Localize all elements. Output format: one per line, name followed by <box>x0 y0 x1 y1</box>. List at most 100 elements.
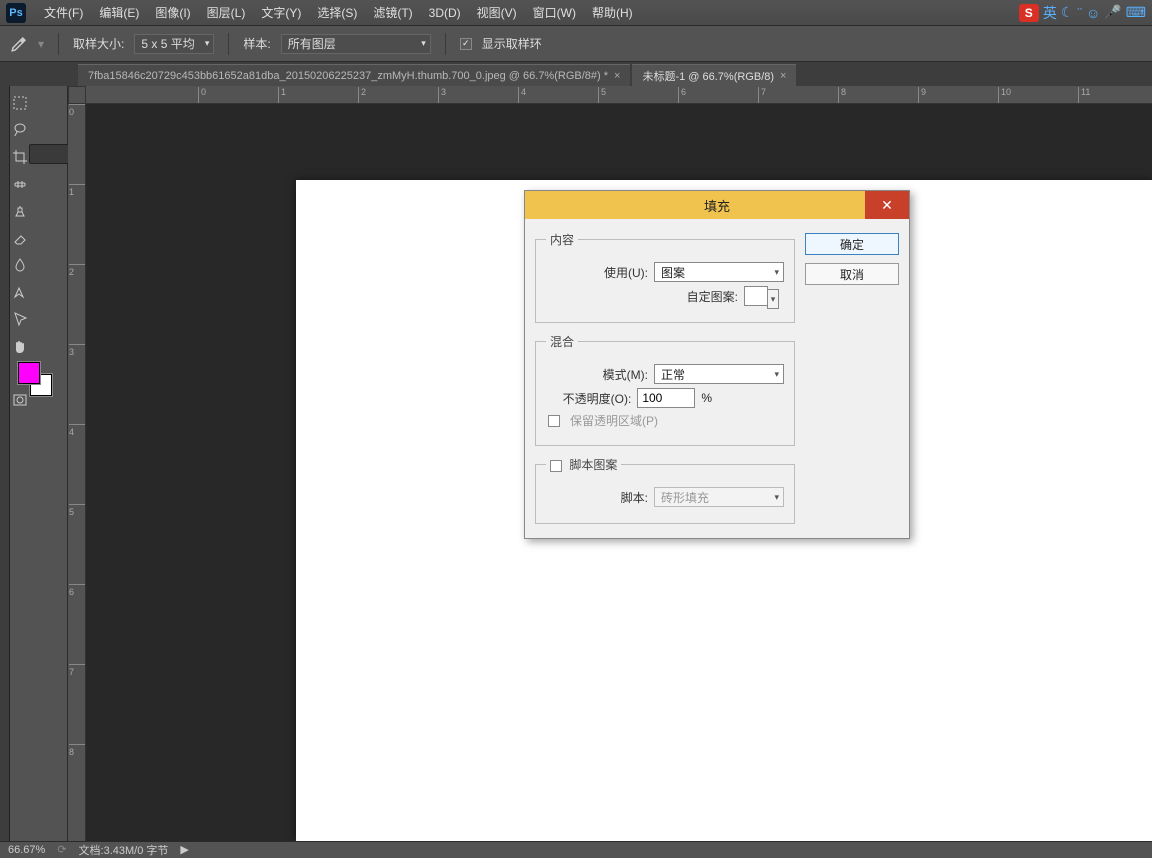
script-group: 脚本图案 脚本: 砖形填充 <box>535 456 795 524</box>
ruler-tick: 5 <box>69 504 85 517</box>
sample-select[interactable]: 所有图层 <box>281 34 431 54</box>
preserve-transparency-checkbox[interactable] <box>548 415 560 427</box>
script-select: 砖形填充 <box>654 487 784 507</box>
menu-window[interactable]: 窗口(W) <box>525 4 584 21</box>
tools-panel: T <box>10 86 68 841</box>
ime-lang[interactable]: 英 <box>1043 3 1057 23</box>
document-tab-2[interactable]: 未标题-1 @ 66.7%(RGB/8) × <box>632 64 796 86</box>
ruler-tick: 3 <box>69 344 85 357</box>
menu-view[interactable]: 视图(V) <box>469 4 525 21</box>
dialog-close-button[interactable]: ✕ <box>865 191 909 219</box>
opacity-label: 不透明度(O): <box>563 390 632 407</box>
panel-collapse-handle[interactable] <box>0 86 10 841</box>
document-tab-1[interactable]: 7fba15846c20729c453bb61652a81dba_2015020… <box>78 64 630 86</box>
ruler-tick: 2 <box>69 264 85 277</box>
content-group: 内容 使用(U): 图案 自定图案: <box>535 231 795 323</box>
menu-bar: Ps 文件(F) 编辑(E) 图像(I) 图层(L) 文字(Y) 选择(S) 滤… <box>0 0 1152 26</box>
menu-type[interactable]: 文字(Y) <box>253 4 309 21</box>
app-logo: Ps <box>6 3 26 23</box>
menu-select[interactable]: 选择(S) <box>309 4 365 21</box>
hand-tool-icon[interactable] <box>12 333 28 359</box>
dialog-titlebar[interactable]: 填充 ✕ <box>525 191 909 219</box>
ruler-tick: 11 <box>1078 87 1090 103</box>
zoom-level[interactable]: 66.67% <box>8 844 45 856</box>
ruler-tick: 6 <box>69 584 85 597</box>
cancel-button[interactable]: 取消 <box>805 263 899 285</box>
menu-3d[interactable]: 3D(D) <box>421 6 469 20</box>
status-bar: 66.67% ⟳ 文档:3.43M/0 字节 ▶ <box>0 841 1152 857</box>
opacity-input[interactable] <box>637 388 695 408</box>
status-sync-icon[interactable]: ⟳ <box>57 843 66 856</box>
eyedropper-tool-icon[interactable] <box>10 35 28 53</box>
options-bar: ▾ 取样大小: 5 x 5 平均 样本: 所有图层 ✓ 显示取样环 <box>0 26 1152 62</box>
vertical-ruler[interactable]: 0 1 2 3 4 5 6 7 8 <box>68 104 86 841</box>
crop-tool-icon[interactable] <box>12 144 28 170</box>
ruler-tick: 0 <box>69 104 85 117</box>
menu-layer[interactable]: 图层(L) <box>199 4 254 21</box>
ruler-tick: 8 <box>69 744 85 757</box>
marquee-tool-icon[interactable] <box>12 90 28 116</box>
preserve-transparency-label: 保留透明区域(P) <box>570 412 658 429</box>
use-label: 使用(U): <box>604 264 648 281</box>
blend-group: 混合 模式(M): 正常 不透明度(O): % 保留透明区域(P) <box>535 333 795 446</box>
tab-close-icon[interactable]: × <box>780 70 786 82</box>
foreground-color-swatch[interactable] <box>18 362 40 384</box>
pen-tool-icon[interactable] <box>12 279 28 305</box>
show-ring-label: 显示取样环 <box>482 35 542 52</box>
script-group-label: 脚本图案 <box>569 458 617 472</box>
menu-filter[interactable]: 滤镜(T) <box>365 4 420 21</box>
eraser-tool-icon[interactable] <box>12 225 28 251</box>
menu-help[interactable]: 帮助(H) <box>584 4 641 21</box>
use-select[interactable]: 图案 <box>654 262 784 282</box>
ruler-tick: 0 <box>198 87 206 103</box>
mic-icon[interactable]: 🎤 <box>1104 4 1121 21</box>
ruler-tick: 7 <box>69 664 85 677</box>
healing-brush-tool-icon[interactable] <box>12 171 28 197</box>
custom-pattern-label: 自定图案: <box>687 288 738 305</box>
ruler-tick: 9 <box>918 87 926 103</box>
content-group-label: 内容 <box>546 231 578 248</box>
doc-size-value: 3.43M/0 字节 <box>104 845 169 857</box>
ime-badge-icon[interactable]: S <box>1019 4 1039 22</box>
show-ring-checkbox[interactable]: ✓ <box>460 38 472 50</box>
horizontal-ruler[interactable]: 0 1 2 3 4 5 6 7 8 9 10 11 <box>86 86 1152 104</box>
smile-icon[interactable]: ☺ <box>1086 5 1100 21</box>
ruler-tick: 3 <box>438 87 446 103</box>
ruler-tick: 8 <box>838 87 846 103</box>
mode-select[interactable]: 正常 <box>654 364 784 384</box>
document-tabs: 7fba15846c20729c453bb61652a81dba_2015020… <box>0 62 1152 86</box>
ruler-tick: 4 <box>69 424 85 437</box>
keyboard-icon[interactable]: ⌨ <box>1126 4 1146 21</box>
ok-button[interactable]: 确定 <box>805 233 899 255</box>
menu-image[interactable]: 图像(I) <box>147 4 198 21</box>
pattern-picker[interactable] <box>744 286 768 306</box>
tab-label: 未标题-1 @ 66.7%(RGB/8) <box>642 68 774 84</box>
ruler-tick: 10 <box>998 87 1011 103</box>
sample-label: 样本: <box>243 35 270 52</box>
dots-icon[interactable]: ¨ <box>1077 5 1082 21</box>
dialog-title: 填充 <box>704 196 730 215</box>
opacity-unit: % <box>701 391 712 405</box>
ruler-tick: 1 <box>69 184 85 197</box>
tab-close-icon[interactable]: × <box>614 70 620 82</box>
sample-size-label: 取样大小: <box>73 35 124 52</box>
moon-icon[interactable]: ☾ <box>1061 4 1074 21</box>
ruler-tick: 4 <box>518 87 526 103</box>
ruler-tick: 7 <box>758 87 766 103</box>
menu-edit[interactable]: 编辑(E) <box>91 4 147 21</box>
lasso-tool-icon[interactable] <box>12 117 28 143</box>
doc-size-label: 文档: <box>79 845 104 857</box>
ruler-tick: 1 <box>278 87 286 103</box>
script-label: 脚本: <box>621 489 648 506</box>
sample-size-select[interactable]: 5 x 5 平均 <box>134 34 214 54</box>
status-menu-arrow-icon[interactable]: ▶ <box>180 843 188 856</box>
script-pattern-checkbox[interactable] <box>550 460 562 472</box>
path-selection-tool-icon[interactable] <box>12 306 28 332</box>
tab-label: 7fba15846c20729c453bb61652a81dba_2015020… <box>88 70 608 82</box>
clone-stamp-tool-icon[interactable] <box>12 198 28 224</box>
blend-group-label: 混合 <box>546 333 578 350</box>
blur-tool-icon[interactable] <box>12 252 28 278</box>
menu-file[interactable]: 文件(F) <box>36 4 91 21</box>
ruler-tick: 2 <box>358 87 366 103</box>
ruler-tick: 5 <box>598 87 606 103</box>
